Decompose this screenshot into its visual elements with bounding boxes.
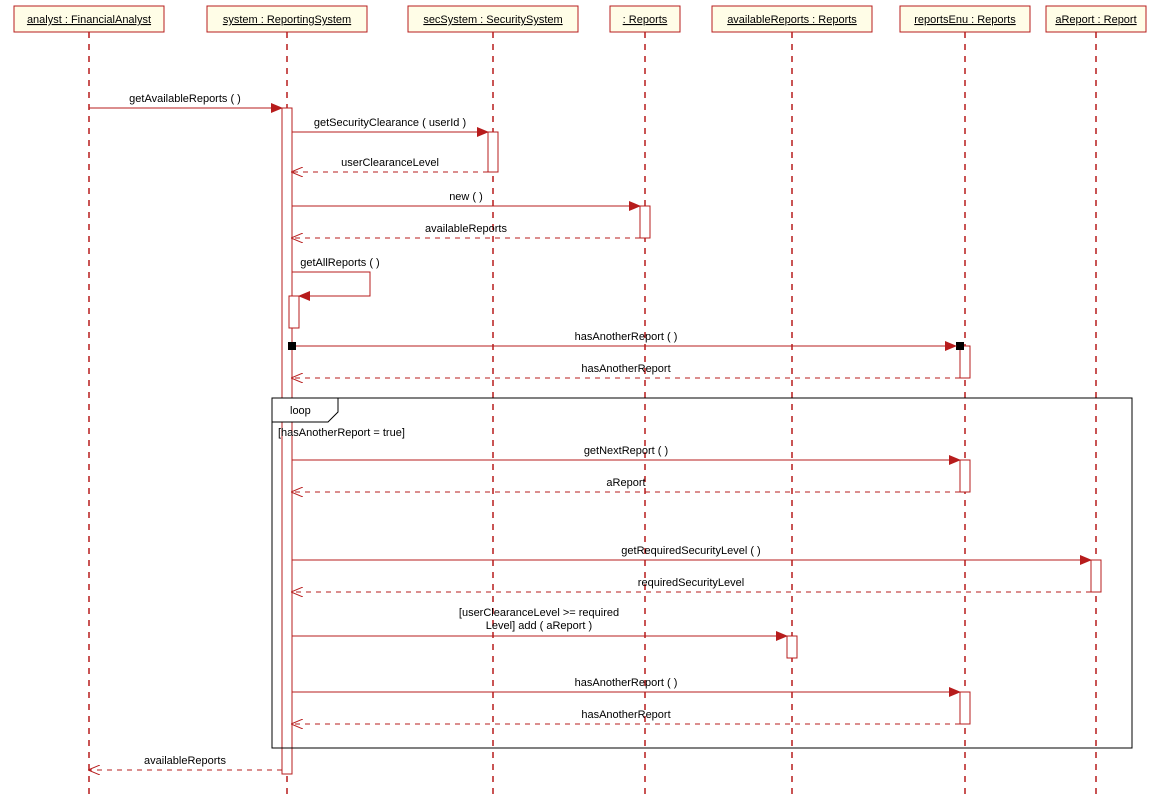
svg-text:hasAnotherReport: hasAnotherReport — [581, 709, 670, 721]
return-availablereports-final[interactable]: availableReports — [89, 755, 282, 770]
svg-text:requiredSecurityLevel: requiredSecurityLevel — [638, 577, 744, 589]
svg-text:getAllReports ( ): getAllReports ( ) — [300, 257, 379, 269]
return-requiredsecuritylevel[interactable]: requiredSecurityLevel — [292, 577, 1091, 592]
lifeline-label: secSystem : SecuritySystem — [423, 14, 562, 26]
message-getavailablereports[interactable]: getAvailableReports ( ) — [89, 93, 282, 108]
lifeline-availablereports[interactable]: availableReports : Reports — [712, 6, 872, 795]
frame-guard: [hasAnotherReport = true] — [278, 427, 405, 439]
activation-areport — [1091, 560, 1101, 592]
return-userclearancelevel[interactable]: userClearanceLevel — [292, 157, 488, 172]
return-hasanotherreport-1[interactable]: hasAnotherReport — [292, 363, 960, 378]
svg-text:Level] add ( aReport ): Level] add ( aReport ) — [486, 620, 592, 632]
lifeline-label: analyst : FinancialAnalyst — [27, 14, 151, 26]
message-getallreports[interactable]: getAllReports ( ) — [292, 257, 380, 296]
svg-text:getAvailableReports ( ): getAvailableReports ( ) — [129, 93, 241, 105]
frame-label-text: loop — [290, 405, 311, 417]
lifeline-label: : Reports — [623, 14, 668, 26]
activation-reports — [640, 206, 650, 238]
lifeline-label: reportsEnu : Reports — [914, 14, 1016, 26]
svg-text:userClearanceLevel: userClearanceLevel — [341, 157, 439, 169]
activation-system — [282, 108, 292, 774]
return-availablereports[interactable]: availableReports — [292, 223, 640, 238]
return-hasanotherreport-2[interactable]: hasAnotherReport — [292, 709, 960, 724]
activation-secsystem — [488, 132, 498, 172]
activation-availablereports — [787, 636, 797, 658]
svg-text:new ( ): new ( ) — [449, 191, 483, 203]
svg-text:availableReports: availableReports — [144, 755, 226, 767]
return-areport[interactable]: aReport — [292, 477, 960, 492]
loop-frame[interactable]: loop [hasAnotherReport = true] — [272, 398, 1132, 748]
message-getnextreport[interactable]: getNextReport ( ) — [292, 445, 960, 460]
lifeline-areport[interactable]: aReport : Report — [1046, 6, 1146, 795]
activation-self — [289, 296, 299, 328]
lifeline-label: system : ReportingSystem — [223, 14, 351, 26]
activation-reportsenu-3 — [960, 692, 970, 724]
svg-text:hasAnotherReport ( ): hasAnotherReport ( ) — [575, 331, 678, 343]
activation-reportsenu-2 — [960, 460, 970, 492]
lifeline-label: availableReports : Reports — [727, 14, 857, 26]
svg-text:availableReports: availableReports — [425, 223, 507, 235]
activation-reportsenu-1 — [960, 346, 970, 378]
message-hasanotherreport-2[interactable]: hasAnotherReport ( ) — [292, 677, 960, 692]
lifeline-analyst[interactable]: analyst : FinancialAnalyst — [14, 6, 164, 795]
message-getrequiredsecuritylevel[interactable]: getRequiredSecurityLevel ( ) — [292, 545, 1091, 560]
message-getsecurityclearance[interactable]: getSecurityClearance ( userId ) — [292, 117, 488, 132]
message-add-areport[interactable]: [userClearanceLevel >= required Level] a… — [292, 607, 787, 636]
svg-text:getRequiredSecurityLevel ( ): getRequiredSecurityLevel ( ) — [621, 545, 760, 557]
svg-text:getNextReport ( ): getNextReport ( ) — [584, 445, 668, 457]
svg-text:aReport: aReport — [606, 477, 645, 489]
svg-text:[userClearanceLevel >= require: [userClearanceLevel >= required — [459, 607, 619, 619]
message-new[interactable]: new ( ) — [292, 191, 640, 206]
svg-text:hasAnotherReport: hasAnotherReport — [581, 363, 670, 375]
svg-text:hasAnotherReport ( ): hasAnotherReport ( ) — [575, 677, 678, 689]
message-hasanotherreport-1[interactable]: hasAnotherReport ( ) — [288, 331, 964, 350]
lifeline-reportsenu[interactable]: reportsEnu : Reports — [900, 6, 1030, 795]
lifeline-label: aReport : Report — [1055, 14, 1136, 26]
svg-text:getSecurityClearance ( userId: getSecurityClearance ( userId ) — [314, 117, 466, 129]
